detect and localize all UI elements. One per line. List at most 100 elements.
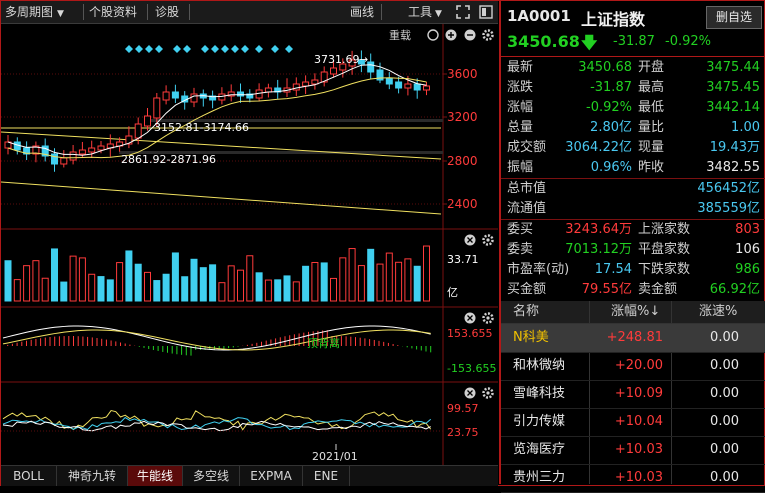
quote-value: 1.00 <box>731 120 760 135</box>
settings-icon[interactable] <box>482 234 494 246</box>
volume-bar <box>162 273 170 302</box>
refresh-icon[interactable] <box>427 29 439 41</box>
reload-label[interactable]: 重载 <box>389 28 411 42</box>
list-item[interactable]: 览海医疗 +10.03 0.00 <box>501 436 765 465</box>
tab-bull-line[interactable]: 牛能线 <box>128 466 183 486</box>
candle <box>190 93 198 103</box>
date-label: 2021/01 <box>312 450 358 463</box>
candle <box>302 81 310 87</box>
tab-ene[interactable]: ENE <box>303 466 350 486</box>
volume-bar <box>69 255 77 302</box>
stock-info-button[interactable]: 个股资料 <box>89 1 137 23</box>
volume-bar <box>357 265 365 302</box>
quote-value: 17.54 <box>594 262 632 277</box>
settings-icon[interactable] <box>482 29 494 41</box>
col-change-pct[interactable]: 涨幅%↓ <box>611 301 660 323</box>
candle <box>88 147 96 153</box>
candle <box>162 91 170 101</box>
close-icon[interactable] <box>464 387 476 399</box>
zoom-out-icon[interactable] <box>464 29 476 41</box>
quote-label: 涨跌 <box>507 80 534 95</box>
volume-bar <box>209 264 217 302</box>
chevron-down-icon: ▼ <box>435 9 442 19</box>
tools-menu[interactable]: 工具 ▼ <box>408 1 442 23</box>
volume-bar <box>116 262 124 302</box>
quote-value: 803 <box>735 222 760 237</box>
change-speed: 0.00 <box>710 330 739 345</box>
signal-diamond-icon <box>155 45 163 53</box>
tab-expma[interactable]: EXPMA <box>240 466 303 486</box>
divider <box>189 4 190 20</box>
band-lower-label: 2861.92-2871.96 <box>121 153 216 166</box>
quote-row: 总市值 456452亿 <box>501 179 765 199</box>
stock-name: 雪峰科技 <box>513 386 566 401</box>
volume-bar <box>339 257 347 302</box>
volume-bar <box>385 252 393 302</box>
period-menu[interactable]: 多周期图 ▼ <box>5 1 64 23</box>
col-name[interactable]: 名称 <box>513 301 539 323</box>
diagnose-button[interactable]: 诊股 <box>155 1 179 23</box>
candle <box>413 83 421 91</box>
volume-bar <box>144 271 151 302</box>
quote-value: 3442.14 <box>706 100 760 115</box>
col-speed[interactable]: 涨速% <box>699 301 737 323</box>
candle <box>311 79 319 85</box>
quote-row: 委买 3243.64万 上涨家数 803 <box>501 220 765 240</box>
list-item[interactable]: 引力传媒 +10.04 0.00 <box>501 408 765 437</box>
volume-bar <box>23 265 31 302</box>
tab-nine-turn[interactable]: 神奇九转 <box>57 466 128 486</box>
signal-diamond-icon <box>271 45 279 53</box>
peak-label: 3731.69 <box>314 53 360 66</box>
signal-diamond-icon <box>173 45 181 53</box>
quote-value: 19.43万 <box>709 140 760 155</box>
quote-row: 涨幅 -0.92% 最低 3442.14 <box>501 98 765 118</box>
chart-panel: 多周期图 ▼ 个股资料 诊股 画线 工具 ▼ 重载 3600 3200 2800… <box>0 1 498 486</box>
volume-bar <box>181 276 189 302</box>
quote-value: 7013.12万 <box>565 242 632 257</box>
list-item[interactable]: N科美 +248.81 0.00 <box>501 324 765 353</box>
quote-row: 总量 2.80亿 量比 1.00 <box>501 118 765 138</box>
quote-label: 委卖 <box>507 242 534 257</box>
settings-icon[interactable] <box>482 312 494 324</box>
quote-row: 买金额 79.55亿 卖金额 66.92亿 <box>501 280 765 300</box>
stock-name: 上证指数 <box>581 10 646 29</box>
volume-bar <box>423 245 430 302</box>
macd-dif-line <box>2 325 431 351</box>
candle <box>385 77 393 85</box>
list-item[interactable]: 贵州三力 +10.03 0.00 <box>501 464 765 493</box>
kline-chart[interactable]: 重载 3600 3200 2800 2400 3731.69 → 3152.81… <box>0 24 498 465</box>
stock-name: 贵州三力 <box>513 470 566 485</box>
close-icon[interactable] <box>464 234 476 246</box>
macd-dea-line <box>2 329 431 351</box>
price-change: -31.87 <box>613 34 655 49</box>
volume-bar <box>97 276 105 302</box>
quote-value: 79.55亿 <box>581 282 632 297</box>
volume-bar <box>264 279 272 302</box>
quote-value: 106 <box>735 242 760 257</box>
zoom-in-icon[interactable] <box>445 29 457 41</box>
list-item[interactable]: 雪峰科技 +10.09 0.00 <box>501 380 765 409</box>
close-icon[interactable] <box>464 312 476 324</box>
settings-icon[interactable] <box>482 387 494 399</box>
quote-label: 市盈率(动) <box>507 262 570 277</box>
arrow-icon: → <box>359 53 368 66</box>
quote-row: 最新 3450.68 开盘 3475.44 <box>501 58 765 78</box>
draw-line-button[interactable]: 画线 <box>350 1 374 23</box>
quote-header: 1A0001 上证指数 删自选 3450.68 🡇 -31.87 -0.92% <box>501 1 765 57</box>
quote-row: 委卖 7013.12万 平盘家数 106 <box>501 240 765 260</box>
price-tick: 3600 <box>447 67 478 81</box>
chart-svg: 重载 3600 3200 2800 2400 3731.69 → 3152.81… <box>0 24 498 465</box>
quote-value: 3450.68 <box>578 60 632 75</box>
tab-long-short[interactable]: 多空线 <box>183 466 240 486</box>
layout-icon[interactable] <box>479 5 493 19</box>
osc-max-label: 99.57 <box>447 402 479 415</box>
remove-watchlist-button[interactable]: 删自选 <box>706 6 762 29</box>
candle <box>97 145 105 151</box>
change-pct: +10.04 <box>614 414 663 429</box>
candle <box>292 83 300 91</box>
list-item[interactable]: 和林微纳 +20.00 0.00 <box>501 352 765 381</box>
volume-bar <box>292 281 300 302</box>
tab-boll[interactable]: BOLL <box>1 466 57 486</box>
expand-icon[interactable] <box>456 5 470 19</box>
quote-label: 最高 <box>638 80 665 95</box>
